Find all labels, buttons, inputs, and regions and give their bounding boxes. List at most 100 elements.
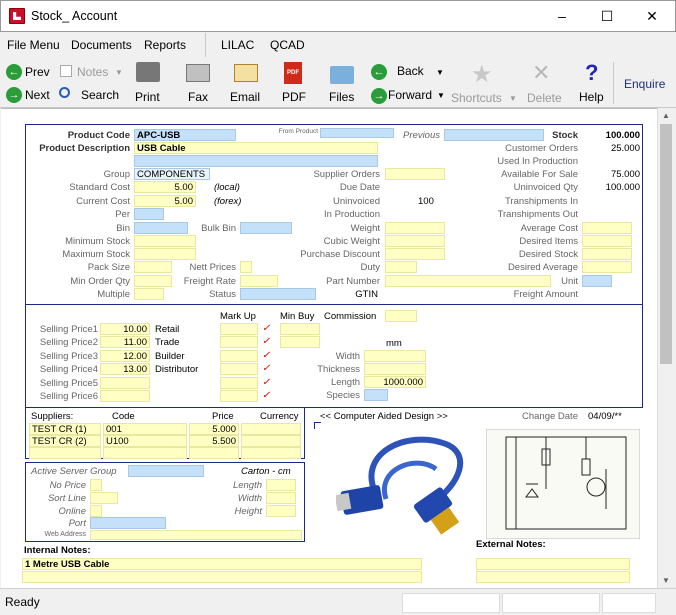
supplier-row-3-price[interactable] bbox=[189, 447, 239, 459]
menu-lilac[interactable]: LILAC bbox=[221, 38, 254, 52]
supplier-row-1-currency[interactable] bbox=[241, 423, 301, 435]
close-button[interactable]: ✕ bbox=[629, 1, 675, 32]
shortcuts-dropdown-icon[interactable]: ▼ bbox=[509, 94, 517, 103]
markup-field[interactable] bbox=[220, 376, 258, 389]
markup-field[interactable] bbox=[220, 336, 258, 349]
supplier-row-3-name[interactable] bbox=[29, 447, 101, 459]
menu-reports[interactable]: Reports bbox=[144, 38, 186, 52]
markup-field[interactable] bbox=[220, 349, 258, 362]
pdf-button[interactable]: PDF bbox=[282, 90, 306, 104]
minimum-stock-field[interactable] bbox=[134, 235, 196, 247]
current-cost-field[interactable]: 5.00 bbox=[134, 195, 196, 207]
back-button[interactable]: Back bbox=[397, 64, 424, 78]
shortcuts-button[interactable]: Shortcuts bbox=[451, 91, 502, 105]
supplier-row-3-currency[interactable] bbox=[241, 447, 301, 459]
status-field[interactable] bbox=[240, 288, 316, 300]
standard-cost-field[interactable]: 5.00 bbox=[134, 181, 196, 193]
from-product-field[interactable] bbox=[320, 128, 394, 138]
product-description-field[interactable]: USB Cable bbox=[134, 142, 378, 154]
markup-field[interactable] bbox=[220, 323, 258, 335]
average-cost-field[interactable] bbox=[582, 222, 632, 234]
selling-price-field[interactable]: 11.00 bbox=[100, 336, 150, 349]
notes-dropdown-icon[interactable]: ▼ bbox=[115, 68, 123, 77]
bin-field[interactable] bbox=[134, 222, 188, 234]
carton-length-field[interactable] bbox=[266, 479, 296, 491]
min-order-qty-field[interactable] bbox=[134, 275, 172, 287]
thickness-field[interactable] bbox=[364, 363, 426, 375]
carton-height-field[interactable] bbox=[266, 505, 296, 517]
per-field[interactable] bbox=[134, 208, 164, 220]
supplier-row-1-name[interactable]: TEST CR (1) bbox=[29, 423, 101, 435]
internal-notes-line-2[interactable] bbox=[22, 571, 422, 583]
desired-average-field[interactable] bbox=[582, 261, 632, 273]
desired-stock-field[interactable] bbox=[582, 248, 632, 260]
part-number-field[interactable] bbox=[385, 275, 551, 287]
selling-price-field[interactable]: 10.00 bbox=[100, 323, 150, 335]
forward-dropdown-icon[interactable]: ▼ bbox=[437, 91, 445, 100]
port-field[interactable] bbox=[90, 517, 166, 529]
species-field[interactable] bbox=[364, 389, 388, 401]
menu-file[interactable]: File Menu bbox=[7, 38, 60, 52]
selling-price-field[interactable]: 13.00 bbox=[100, 363, 150, 376]
minimize-button[interactable]: – bbox=[539, 1, 585, 32]
markup-field[interactable] bbox=[220, 363, 258, 376]
email-button[interactable]: Email bbox=[230, 90, 260, 104]
active-server-group-field[interactable] bbox=[128, 465, 204, 477]
length-field[interactable]: 1000.000 bbox=[364, 376, 426, 388]
delete-button[interactable]: Delete bbox=[527, 91, 562, 105]
selling-price-field[interactable]: 12.00 bbox=[100, 349, 150, 362]
pack-size-field[interactable] bbox=[134, 261, 172, 273]
desired-items-field[interactable] bbox=[582, 235, 632, 247]
online-checkbox[interactable] bbox=[90, 505, 102, 517]
purchase-discount-field[interactable] bbox=[385, 248, 445, 260]
supplier-row-2-name[interactable]: TEST CR (2) bbox=[29, 435, 101, 447]
menu-qcad[interactable]: QCAD bbox=[270, 38, 305, 52]
supplier-orders-field[interactable] bbox=[385, 168, 445, 180]
files-button[interactable]: Files bbox=[329, 90, 354, 104]
duty-field[interactable] bbox=[385, 261, 417, 273]
search-button[interactable]: Search bbox=[81, 88, 119, 102]
maximum-stock-field[interactable] bbox=[134, 248, 196, 260]
product-description-2-field[interactable] bbox=[134, 155, 378, 167]
min-buy-field[interactable] bbox=[280, 323, 320, 335]
previous-field[interactable] bbox=[444, 129, 544, 141]
unit-field[interactable] bbox=[582, 275, 612, 287]
nett-prices-checkbox[interactable] bbox=[240, 261, 252, 273]
carton-width-field[interactable] bbox=[266, 492, 296, 504]
help-button[interactable]: Help bbox=[579, 90, 604, 104]
commission-field[interactable] bbox=[385, 310, 417, 322]
scroll-up-icon[interactable]: ▲ bbox=[662, 111, 670, 120]
selling-price-field[interactable] bbox=[100, 390, 150, 402]
prev-button[interactable]: Prev bbox=[25, 65, 50, 79]
sort-line-field[interactable] bbox=[90, 492, 118, 504]
web-address-field[interactable] bbox=[90, 530, 302, 540]
width-field[interactable] bbox=[364, 350, 426, 362]
forward-button[interactable]: Forward bbox=[388, 88, 432, 102]
due-date-field[interactable] bbox=[385, 181, 445, 193]
enquire-button[interactable]: Enquire bbox=[624, 77, 665, 91]
maximize-button[interactable]: ☐ bbox=[584, 1, 630, 32]
supplier-row-1-price[interactable]: 5.000 bbox=[189, 423, 239, 435]
freight-rate-field[interactable] bbox=[240, 275, 278, 287]
scroll-down-icon[interactable]: ▼ bbox=[662, 576, 670, 585]
next-button[interactable]: Next bbox=[25, 88, 50, 102]
supplier-row-1-code[interactable]: 001 bbox=[103, 423, 187, 435]
product-code-field[interactable]: APC-USB bbox=[134, 129, 236, 141]
supplier-row-2-code[interactable]: U100 bbox=[103, 435, 187, 447]
selling-price-field[interactable] bbox=[100, 376, 150, 389]
markup-field[interactable] bbox=[220, 390, 258, 402]
multiple-field[interactable] bbox=[134, 288, 164, 300]
menu-documents[interactable]: Documents bbox=[71, 38, 132, 52]
min-buy-field[interactable] bbox=[280, 336, 320, 349]
internal-notes-field[interactable]: 1 Metre USB Cable bbox=[22, 558, 422, 570]
no-price-checkbox[interactable] bbox=[90, 479, 102, 491]
weight-field[interactable] bbox=[385, 222, 445, 234]
external-notes-field[interactable] bbox=[476, 558, 630, 570]
back-dropdown-icon[interactable]: ▼ bbox=[436, 68, 444, 77]
group-field[interactable]: COMPONENTS bbox=[134, 168, 210, 180]
external-notes-line-2[interactable] bbox=[476, 571, 630, 583]
supplier-row-3-code[interactable] bbox=[103, 447, 187, 459]
notes-button[interactable]: Notes bbox=[77, 65, 108, 79]
fax-button[interactable]: Fax bbox=[188, 90, 208, 104]
supplier-row-2-price[interactable]: 5.500 bbox=[189, 435, 239, 447]
